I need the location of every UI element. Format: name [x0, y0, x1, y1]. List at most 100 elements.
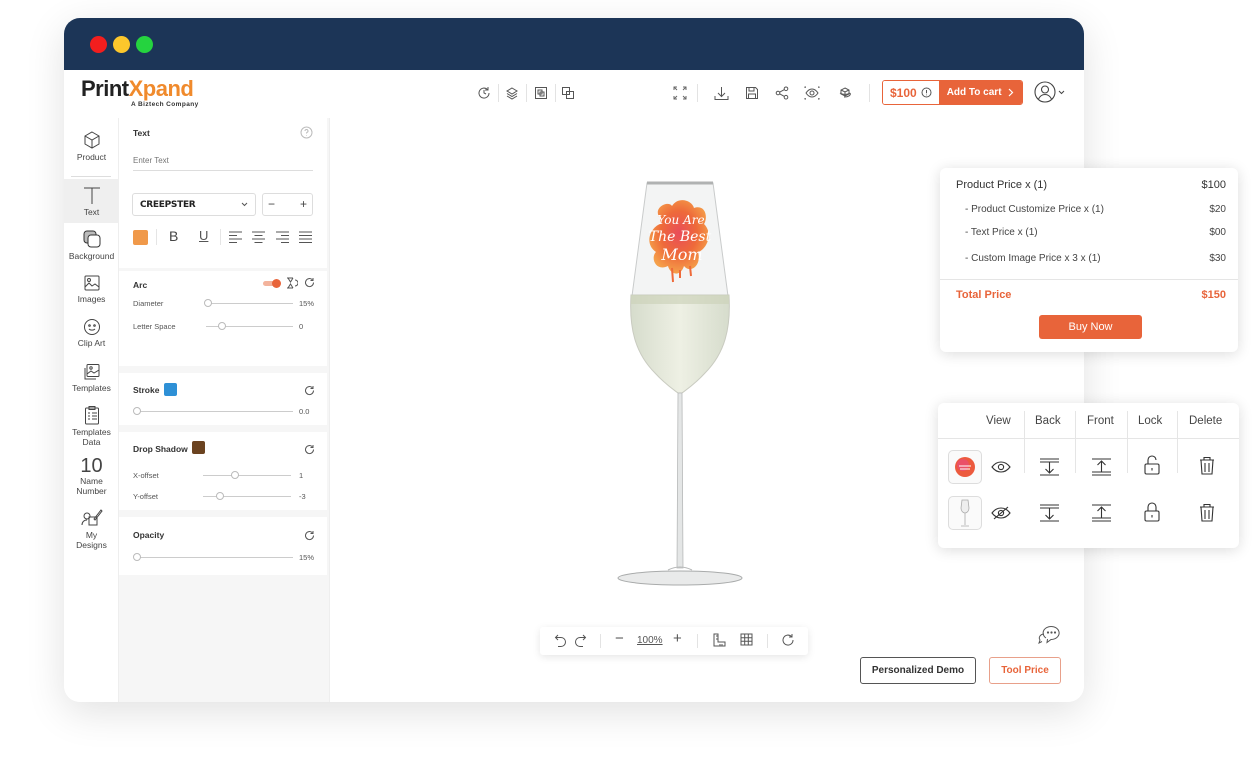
- stroke-slider[interactable]: [133, 407, 293, 415]
- arc-toggle[interactable]: [263, 279, 281, 288]
- reset-opacity-icon[interactable]: [304, 530, 315, 541]
- send-backward-icon[interactable]: [1040, 458, 1059, 476]
- user-menu[interactable]: [1034, 81, 1065, 103]
- price-tag[interactable]: $100: [883, 81, 939, 104]
- eye-off-icon[interactable]: [991, 506, 1011, 520]
- chevron-right-icon: [1008, 88, 1013, 97]
- flip-arc-icon[interactable]: [286, 277, 298, 289]
- price-row-label: Product Price x (1): [956, 179, 1048, 191]
- slider-handle[interactable]: [133, 407, 141, 415]
- sidebar-item-background[interactable]: Background: [64, 223, 119, 267]
- logo-text-print: Print: [81, 76, 129, 101]
- text-input[interactable]: [133, 151, 313, 171]
- reset-stroke-icon[interactable]: [304, 385, 315, 396]
- sidebar-item-product[interactable]: Product: [64, 118, 119, 174]
- layer-thumbnail-glass[interactable]: [948, 496, 982, 530]
- sidebar-item-text[interactable]: Text: [64, 179, 119, 223]
- text-color-swatch[interactable]: [133, 230, 148, 245]
- slider-handle[interactable]: [133, 553, 141, 561]
- slider-handle[interactable]: [217, 322, 226, 330]
- slider-handle[interactable]: [215, 492, 224, 500]
- lock-icon[interactable]: [1144, 502, 1160, 522]
- opacity-value: 15%: [299, 553, 315, 562]
- add-to-cart-button[interactable]: Add To cart: [938, 81, 1022, 104]
- sidebar-label: Product: [76, 152, 107, 162]
- preview-icon[interactable]: [802, 83, 822, 103]
- align-left-icon[interactable]: [229, 231, 242, 243]
- stroke-value: 0.0: [299, 407, 310, 416]
- sidebar-label: Templates: [72, 383, 111, 393]
- smiley-icon: [83, 319, 100, 335]
- clipboard-icon: [84, 406, 99, 425]
- duplicate-icon[interactable]: [558, 83, 578, 103]
- share-icon[interactable]: [772, 83, 792, 103]
- help-icon[interactable]: [300, 126, 313, 139]
- x-offset-slider[interactable]: [203, 471, 291, 479]
- price-row-label: - Text Price x (1): [965, 227, 1038, 238]
- align-center-icon[interactable]: [252, 231, 265, 243]
- sidebar-item-my-designs[interactable]: My Designs: [64, 501, 119, 557]
- layer-thumbnail-design[interactable]: [948, 450, 982, 484]
- save-icon[interactable]: [742, 83, 762, 103]
- ruler-icon[interactable]: [713, 633, 726, 647]
- group-icon[interactable]: [531, 83, 551, 103]
- close-window-button[interactable]: [90, 36, 107, 53]
- tool-price-button[interactable]: Tool Price: [989, 657, 1061, 684]
- trash-icon[interactable]: [1199, 455, 1215, 475]
- align-justify-icon[interactable]: [299, 231, 312, 243]
- refresh-icon[interactable]: [781, 633, 795, 647]
- unlock-icon[interactable]: [1144, 455, 1160, 475]
- slider-handle[interactable]: [230, 471, 239, 479]
- send-backward-icon[interactable]: [1040, 504, 1059, 522]
- slider-handle[interactable]: [203, 299, 212, 307]
- sidebar-item-name-number[interactable]: 10 Name Number: [64, 451, 119, 501]
- price-cart-group: $100 Add To cart: [882, 80, 1023, 105]
- undo-icon[interactable]: [554, 633, 567, 647]
- diameter-slider[interactable]: [203, 299, 293, 307]
- personalized-demo-label: Personalized Demo: [871, 665, 965, 676]
- grid-icon[interactable]: [740, 633, 753, 646]
- price-row-value: $00: [1209, 227, 1226, 238]
- fullscreen-icon[interactable]: [670, 83, 690, 103]
- sidebar-item-templates-data[interactable]: Templates Data: [64, 401, 119, 451]
- design-text-line-1: You Are: [657, 213, 704, 227]
- align-right-icon[interactable]: [276, 231, 289, 243]
- buy-now-button[interactable]: Buy Now: [1039, 315, 1142, 339]
- wine-glass-product[interactable]: You Are The Best Mom: [610, 178, 750, 588]
- chat-icon[interactable]: [1038, 623, 1062, 645]
- letter-space-slider[interactable]: [206, 322, 293, 330]
- personalized-demo-button[interactable]: Personalized Demo: [860, 657, 976, 684]
- sidebar-item-images[interactable]: Images: [64, 267, 119, 311]
- minimize-window-button[interactable]: [113, 36, 130, 53]
- bring-forward-icon[interactable]: [1092, 458, 1111, 476]
- trash-icon[interactable]: [1199, 502, 1215, 522]
- bring-forward-icon[interactable]: [1092, 504, 1111, 522]
- reset-shadow-icon[interactable]: [304, 444, 315, 455]
- zoom-out-button[interactable]: −: [615, 630, 624, 647]
- layers-header-back: Back: [1035, 415, 1061, 427]
- sidebar-label: Clip Art: [77, 338, 106, 348]
- 3d-view-icon[interactable]: [835, 83, 855, 103]
- stroke-color-swatch[interactable]: [164, 383, 177, 396]
- eye-icon[interactable]: [991, 461, 1011, 473]
- redo-icon[interactable]: [574, 633, 587, 647]
- y-offset-slider[interactable]: [203, 492, 291, 500]
- opacity-slider[interactable]: [133, 553, 293, 561]
- maximize-window-button[interactable]: [136, 36, 153, 53]
- history-icon[interactable]: [474, 83, 494, 103]
- layers-icon[interactable]: [502, 83, 522, 103]
- reset-arc-icon[interactable]: [304, 277, 315, 288]
- zoom-in-button[interactable]: +: [673, 630, 682, 647]
- bold-button[interactable]: B: [169, 228, 178, 244]
- sidebar-item-clip-art[interactable]: Clip Art: [64, 311, 119, 355]
- download-icon[interactable]: [711, 83, 731, 103]
- increase-button[interactable]: +: [300, 197, 307, 211]
- user-avatar-icon: [1034, 81, 1056, 103]
- design-text-line-3: Mom: [660, 245, 702, 264]
- zoom-level[interactable]: 100%: [637, 635, 663, 646]
- decrease-button[interactable]: −: [268, 197, 275, 211]
- underline-button[interactable]: U: [199, 228, 208, 243]
- sidebar-item-templates[interactable]: Templates: [64, 355, 119, 401]
- font-select[interactable]: CREEPSTER: [132, 193, 256, 216]
- shadow-color-swatch[interactable]: [192, 441, 205, 454]
